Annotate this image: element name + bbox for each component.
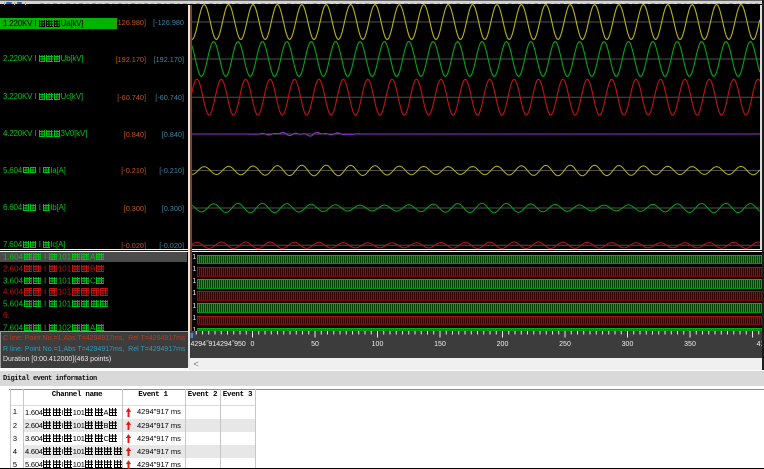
svg-text:250: 250 — [559, 341, 571, 348]
svg-text:4294˝914294˝950: 4294˝914294˝950 — [190, 340, 245, 348]
svg-text:150: 150 — [434, 341, 446, 348]
svg-text:350: 350 — [684, 341, 696, 348]
svg-text:300: 300 — [621, 341, 633, 348]
svg-text:100: 100 — [371, 341, 383, 348]
svg-text:0: 0 — [250, 341, 254, 348]
svg-text:412: 412 — [756, 341, 761, 348]
svg-text:50: 50 — [311, 341, 319, 348]
svg-text:200: 200 — [496, 341, 508, 348]
